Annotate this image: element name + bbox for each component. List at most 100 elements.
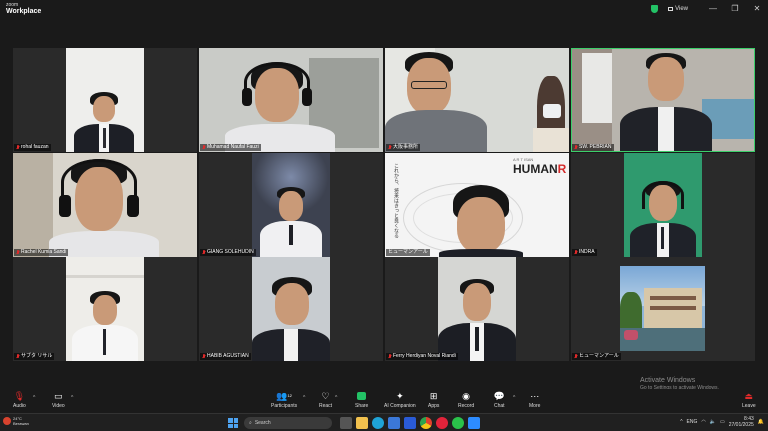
video-feed bbox=[66, 257, 144, 361]
ai-companion-label: AI Companion bbox=[384, 403, 416, 409]
video-feed: これから、将来はきっと良くなる A R T ISAN HUMANR bbox=[385, 153, 569, 257]
participant-name-tag: INDRA bbox=[572, 249, 597, 256]
meeting-toolbar: 🎙 Audio ^ ▭ Video ^ 👥 12 Participants ^ ♡… bbox=[0, 389, 768, 413]
logo-bottom-text: Workplace bbox=[6, 8, 42, 15]
notification-bell-icon[interactable]: 🔔 bbox=[758, 419, 764, 425]
weather-icon bbox=[3, 417, 11, 425]
view-label: View bbox=[675, 5, 688, 12]
video-feed bbox=[385, 48, 569, 152]
search-icon: ⌕ bbox=[249, 420, 252, 426]
security-shield-icon[interactable] bbox=[651, 4, 659, 13]
ai-companion-button[interactable]: ✦ AI Companion bbox=[384, 391, 416, 409]
tray-overflow-icon[interactable]: ^ bbox=[680, 419, 682, 425]
participant-name-tag: ヒューマンアール bbox=[572, 353, 621, 360]
wifi-icon[interactable]: ◠ bbox=[701, 419, 705, 425]
participants-count: 12 bbox=[287, 393, 292, 398]
video-feed bbox=[572, 49, 754, 151]
apps-button[interactable]: ⊞ Apps bbox=[428, 391, 439, 409]
participants-label: Participants bbox=[271, 403, 298, 409]
video-button[interactable]: ▭ Video bbox=[52, 391, 65, 409]
view-button[interactable]: View bbox=[668, 6, 688, 12]
participant-name-tag: ヒューマンアール bbox=[386, 249, 430, 256]
brand-r-text: R bbox=[557, 162, 567, 176]
record-button[interactable]: ◉ Record bbox=[458, 391, 474, 409]
participant-name-tag: SW. PEBRIAN bbox=[572, 144, 614, 151]
minimize-button[interactable]: — bbox=[702, 4, 724, 13]
audio-options-caret-icon[interactable]: ^ bbox=[33, 395, 35, 401]
leave-button[interactable]: ⏏ Leave bbox=[742, 391, 756, 409]
participant-tile[interactable]: サブタ リサル bbox=[13, 257, 197, 361]
opera-icon[interactable] bbox=[436, 417, 448, 429]
participant-tile-presentation[interactable]: これから、将来はきっと良くなる A R T ISAN HUMANR ヒューマンア… bbox=[385, 153, 569, 257]
participant-name: Rachel Kumia Sandi bbox=[21, 249, 67, 255]
zoom-app-icon[interactable] bbox=[468, 417, 480, 429]
chat-label: Chat bbox=[494, 403, 505, 409]
whatsapp-icon[interactable] bbox=[452, 417, 464, 429]
participant-name: INDRA bbox=[579, 249, 595, 255]
react-label: React bbox=[319, 403, 333, 409]
muted-mic-icon bbox=[574, 250, 578, 255]
more-label: More bbox=[529, 403, 541, 409]
participant-tile[interactable]: INDRA bbox=[571, 153, 755, 257]
slide-brand-logo: HUMANR bbox=[513, 162, 566, 176]
windows-taskbar: 24°C Berawan ⌕ Search ^ ENG ◠ 🔈 ▭ 8:43 2… bbox=[0, 413, 768, 431]
mail-icon[interactable] bbox=[404, 417, 416, 429]
more-dots-icon: ⋯ bbox=[530, 391, 540, 401]
participants-button[interactable]: 👥 12 Participants bbox=[271, 391, 297, 409]
title-bar: zoom Workplace View — ❐ ✕ bbox=[0, 0, 768, 17]
muted-mic-icon bbox=[202, 250, 206, 255]
restore-button[interactable]: ❐ bbox=[724, 4, 746, 13]
audio-button[interactable]: 🎙 Audio bbox=[13, 391, 26, 409]
battery-icon[interactable]: ▭ bbox=[720, 419, 725, 425]
video-options-caret-icon[interactable]: ^ bbox=[71, 395, 73, 401]
chat-options-caret-icon[interactable]: ^ bbox=[513, 395, 515, 401]
react-button[interactable]: ♡ React bbox=[319, 391, 332, 409]
record-label: Record bbox=[458, 403, 475, 409]
participant-name: GIANG SOLEHUDIN bbox=[207, 249, 254, 255]
participant-name: Muhamad Naufal Fauzi bbox=[207, 144, 259, 150]
chat-button[interactable]: 💬 Chat bbox=[494, 391, 505, 409]
participant-tile[interactable]: HABIB AGUSTIAN bbox=[199, 257, 383, 361]
heart-react-icon: ♡ bbox=[321, 391, 330, 401]
video-feed bbox=[13, 153, 197, 257]
participant-tile[interactable]: Muhamad Naufal Fauzi bbox=[199, 48, 383, 152]
file-explorer-icon[interactable] bbox=[356, 417, 368, 429]
taskbar-search-box[interactable]: ⌕ Search bbox=[244, 417, 332, 429]
video-feed bbox=[438, 257, 516, 361]
language-indicator[interactable]: ENG bbox=[687, 419, 698, 425]
participant-tile[interactable]: rohal fauzan bbox=[13, 48, 197, 152]
share-screen-icon bbox=[357, 391, 367, 401]
participants-icon: 👥 12 bbox=[276, 391, 292, 401]
windows-start-icon[interactable] bbox=[228, 418, 238, 428]
participant-tile[interactable]: GIANG SOLEHUDIN bbox=[199, 153, 383, 257]
participant-tile[interactable]: Ferry Herdiyan Noval Riandi bbox=[385, 257, 569, 361]
edge-browser-icon[interactable] bbox=[372, 417, 384, 429]
participants-options-caret-icon[interactable]: ^ bbox=[303, 395, 305, 401]
react-options-caret-icon[interactable]: ^ bbox=[335, 395, 337, 401]
zoom-logo: zoom Workplace bbox=[6, 2, 41, 16]
task-view-icon[interactable] bbox=[340, 417, 352, 429]
participant-name-tag: サブタ リサル bbox=[14, 353, 55, 360]
participant-name-tag: Ferry Herdiyan Noval Riandi bbox=[386, 353, 458, 360]
chrome-icon[interactable] bbox=[420, 417, 432, 429]
participant-tile[interactable]: 大阪事務所 bbox=[385, 48, 569, 152]
apps-label: Apps bbox=[428, 403, 440, 409]
participant-name: サブタ リサル bbox=[21, 353, 53, 359]
store-icon[interactable] bbox=[388, 417, 400, 429]
weather-widget[interactable]: 24°C Berawan bbox=[3, 416, 29, 426]
share-button[interactable]: Share bbox=[355, 391, 368, 409]
participant-tile[interactable]: Rachel Kumia Sandi bbox=[13, 153, 197, 257]
muted-mic-icon bbox=[202, 145, 206, 150]
video-label: Video bbox=[52, 403, 65, 409]
video-feed bbox=[66, 48, 144, 152]
participant-tile[interactable]: ヒューマンアール bbox=[571, 257, 755, 361]
participant-tile-active-speaker[interactable]: SW. PEBRIAN bbox=[571, 48, 755, 152]
view-grid-icon bbox=[668, 6, 674, 11]
clock[interactable]: 8:43 27/01/2025 bbox=[729, 416, 754, 428]
close-button[interactable]: ✕ bbox=[746, 4, 768, 13]
video-feed bbox=[620, 266, 705, 351]
muted-mic-icon bbox=[16, 250, 20, 255]
video-feed bbox=[624, 153, 702, 257]
volume-icon[interactable]: 🔈 bbox=[710, 419, 716, 425]
more-button[interactable]: ⋯ More bbox=[529, 391, 540, 409]
